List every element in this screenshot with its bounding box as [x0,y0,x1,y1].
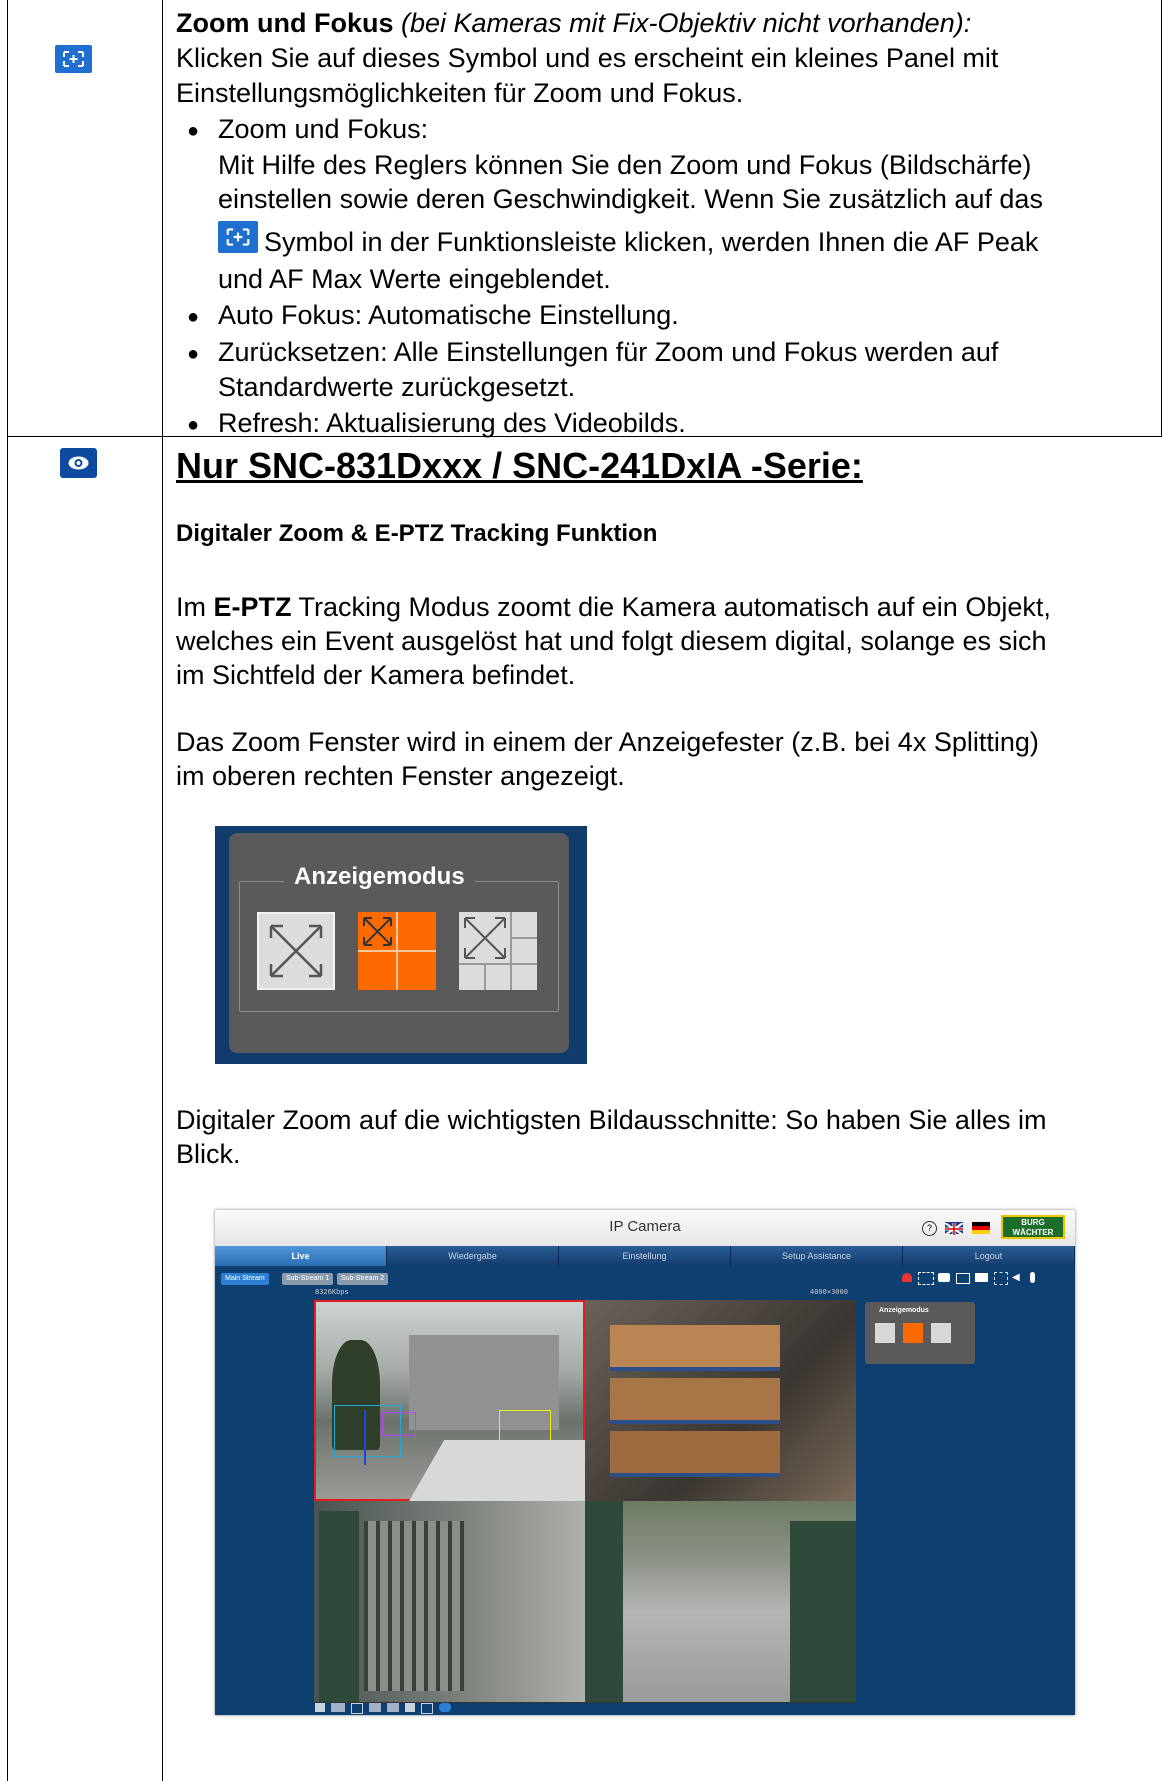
para3-line-2: Blick. [176,1139,241,1169]
sub-stream-1-tab[interactable]: Sub-Stream 1 [282,1273,334,1285]
snapshot-icon[interactable] [938,1273,950,1282]
para3-line-1: Digitaler Zoom auf die wichtigsten Bilda… [176,1105,1047,1135]
toolbar-icon[interactable] [315,1703,325,1712]
brand-logo: BURG WÄCHTER [1001,1215,1065,1239]
shelf-1 [610,1325,780,1371]
camera-single-view-button[interactable] [875,1323,895,1343]
road-shape [409,1440,585,1501]
help-icon[interactable]: ? [922,1221,937,1236]
camera-anzeigemodus-title: Anzeigemodus [879,1307,929,1314]
video-quadrant-gate[interactable] [585,1501,856,1702]
bullet-zoom-fokus-label: Zoom und Fokus: [218,114,429,144]
nav-einstellung[interactable]: Einstellung [559,1246,731,1266]
nav-wiedergabe[interactable]: Wiedergabe [387,1246,559,1266]
alarm-icon[interactable] [902,1273,912,1282]
bullet-dot: ● [187,306,200,328]
toolbar-icon[interactable] [369,1703,381,1712]
single-view-button[interactable] [257,912,335,990]
zoom-fokus-heading: Zoom und Fokus [176,8,394,38]
german-flag-icon[interactable] [972,1222,990,1234]
sub-stream-2-tab[interactable]: Sub-Stream 2 [337,1273,389,1285]
video-quadrant-warehouse[interactable] [585,1300,856,1501]
gate-post [319,1511,359,1702]
bitrate-label: 8326Kbps [315,1288,349,1296]
zoom-focus-toolbar-icon[interactable] [994,1272,1008,1285]
camera-header: IP Camera ? BURG WÄCHTER [215,1210,1075,1246]
main-stream-tab[interactable]: Main Stream [221,1273,269,1285]
bullet-refresh: Refresh: Aktualisierung des Videobilds. [218,408,686,438]
camera-multi-view-button[interactable] [931,1323,951,1343]
video-quadrant-building[interactable] [314,1300,585,1501]
microphone-icon[interactable] [1030,1272,1035,1283]
zoom-fokus-heading-note: (bei Kameras mit Fix-Objektiv nicht vorh… [401,8,972,38]
zoom-focus-icon [55,45,92,73]
camera-nav: Live Wiedergabe Einstellung Setup Assist… [215,1246,1075,1266]
bullet-zoom-fokus-line-3: Symbol in der Funktionsleiste klicken, w… [218,221,1038,258]
nav-setup-assistance[interactable]: Setup Assistance [731,1246,903,1266]
bullet-dot: ● [187,120,200,142]
camera-bottom-toolbar [315,1703,460,1714]
speaker-icon[interactable]: ◀ [1012,1272,1020,1283]
eye-icon [60,448,97,478]
para1-pre: Im [176,592,214,622]
camera-anzeigemodus-panel: Anzeigemodus [865,1302,975,1364]
para1-bold: E-PTZ [213,592,292,622]
shelf-3 [610,1431,780,1477]
table-border-left [7,0,8,1781]
bullet-dot: ● [187,414,200,436]
video-icon[interactable] [975,1273,988,1282]
bullet-dot: ● [187,343,200,365]
series-title: Nur SNC-831Dxxx / SNC-241DxIA -Serie: [176,445,863,486]
nav-logout[interactable]: Logout [903,1246,1075,1266]
bullet-zoom-fokus-line-4: und AF Max Werte eingeblendet. [218,264,611,294]
video-quadrant-turnstile[interactable] [314,1501,585,1702]
document-page: Zoom und Fokus (bei Kameras mit Fix-Obje… [0,0,1162,1781]
zoom-fokus-heading-line: Zoom und Fokus (bei Kameras mit Fix-Obje… [176,8,971,39]
uk-flag-icon[interactable] [944,1222,964,1236]
image-icon[interactable] [956,1273,970,1284]
bullet-zoom-fokus-line-1: Mit Hilfe des Reglers können Sie den Zoo… [218,150,1032,180]
intro-line-2: Einstellungsmöglichkeiten für Zoom und F… [176,78,744,108]
toolbar-icon[interactable] [351,1703,363,1714]
toolbar-icon[interactable] [421,1703,433,1714]
multi-view-button[interactable] [459,912,537,990]
toolbar-icon[interactable] [331,1703,345,1712]
quad-view-button[interactable] [358,912,436,990]
anzeigemodus-panel: Anzeigemodus [229,833,569,1053]
toolbar-icon[interactable] [387,1703,399,1712]
gate-left [585,1501,623,1702]
zoom-focus-icon-inline [218,221,258,253]
video-grid [314,1300,856,1703]
bullet-zoom-fokus-line-3-text: Symbol in der Funktionsleiste klicken, w… [264,227,1039,257]
para2-line-2: im oberen rechten Fenster angezeigt. [176,761,625,791]
intro-line-1: Klicken Sie auf dieses Symbol und es ers… [176,43,999,73]
gate-right [790,1521,856,1702]
tracking-box-purple [382,1412,416,1436]
table-border-mid [162,0,163,1781]
toolbar-eye-icon[interactable] [439,1703,451,1712]
ip-camera-screenshot: IP Camera ? BURG WÄCHTER Live Wiedergabe… [215,1210,1075,1715]
digital-zoom-subtitle: Digitaler Zoom & E-PTZ Tracking Funktion [176,520,658,547]
resolution-label: 4000×3000 [810,1288,848,1296]
record-icon[interactable] [918,1272,934,1285]
bullet-zuruecksetzen-line-2: Standardwerte zurückgesetzt. [218,372,576,402]
toolbar-icon[interactable] [405,1703,415,1712]
para1-line-2: welches ein Event ausgelöst hat und folg… [176,626,1047,656]
nav-live[interactable]: Live [215,1246,387,1266]
tracking-arrows [364,1410,366,1465]
para1-line-3: im Sichtfeld der Kamera befindet. [176,660,576,690]
bullet-auto-fokus: Auto Fokus: Automatische Einstellung. [218,300,679,330]
shelf-2 [610,1378,780,1424]
para2-line-1: Das Zoom Fenster wird in einem der Anzei… [176,727,1039,757]
para1-line-1: Im E-PTZ Tracking Modus zoomt die Kamera… [176,592,1051,623]
bullet-zuruecksetzen: Zurücksetzen: Alle Einstellungen für Zoo… [218,337,999,367]
anzeigemodus-title: Anzeigemodus [284,863,475,891]
turnstile-shape [364,1521,464,1691]
bullet-zoom-fokus-line-2: einstellen sowie deren Geschwindigkeit. … [218,184,1043,214]
para1-rest: Tracking Modus zoomt die Kamera automati… [291,592,1051,622]
camera-quad-view-button[interactable] [903,1323,923,1343]
anzeigemodus-screenshot: Anzeigemodus [215,826,587,1064]
